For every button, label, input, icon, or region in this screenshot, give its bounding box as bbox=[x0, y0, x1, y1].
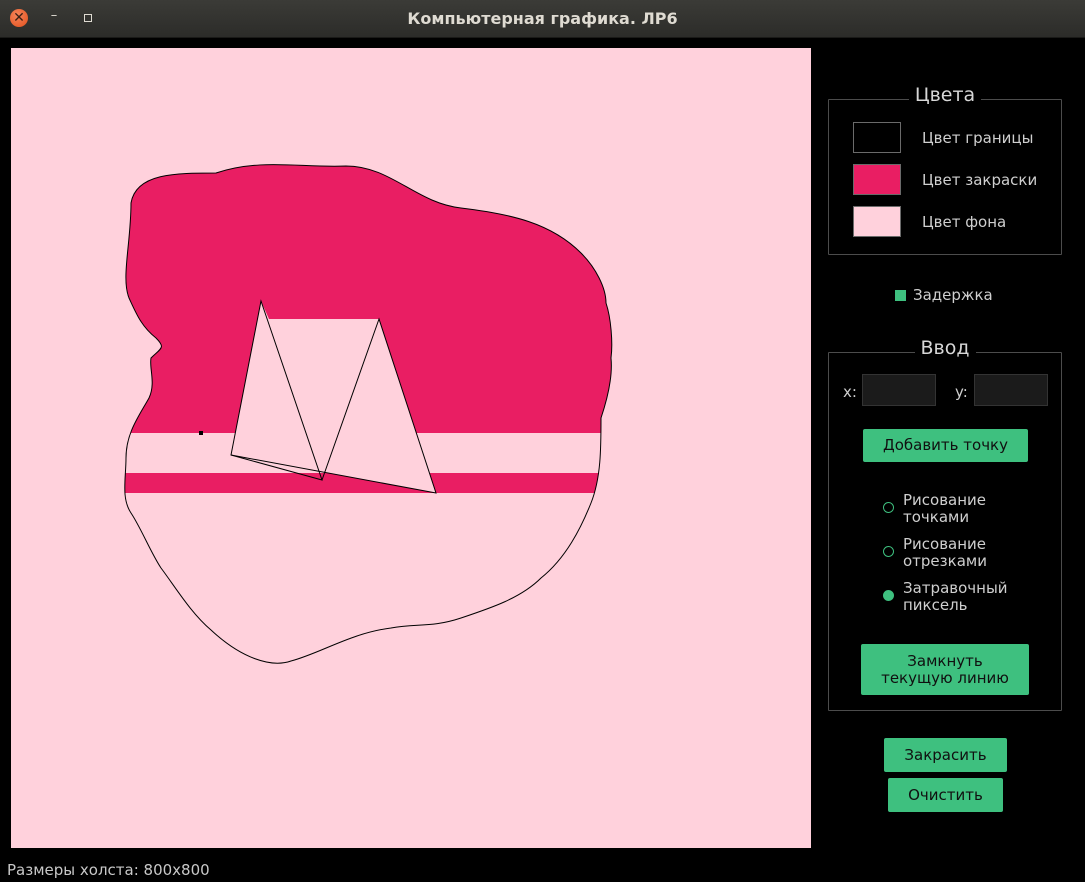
y-label: y: bbox=[955, 383, 968, 401]
input-group-title: Ввод bbox=[914, 337, 976, 359]
input-group: Ввод x: y: Добавить точку Рисование точк… bbox=[828, 337, 1062, 711]
mode-draw-segments[interactable]: Рисование отрезками bbox=[883, 536, 1053, 572]
fill-color-swatch[interactable] bbox=[853, 164, 901, 195]
delay-checkbox[interactable]: Задержка bbox=[895, 286, 993, 304]
x-label: x: bbox=[843, 383, 857, 401]
mode-draw-points[interactable]: Рисование точками bbox=[883, 492, 1053, 528]
fill-button[interactable]: Закрасить bbox=[884, 738, 1007, 772]
background-color-swatch[interactable] bbox=[853, 206, 901, 237]
mode-seed-pixel-radio[interactable] bbox=[883, 590, 894, 601]
border-color-swatch[interactable] bbox=[853, 122, 901, 153]
colors-group-title: Цвета bbox=[908, 84, 982, 106]
window-title: Компьютерная графика. ЛР6 bbox=[407, 9, 678, 28]
close-line-button-label: Замкнуть текущую линию bbox=[881, 651, 1009, 687]
mode-draw-segments-radio[interactable] bbox=[883, 546, 894, 557]
border-color-label: Цвет границы bbox=[922, 129, 1034, 147]
mode-seed-pixel-label: Затравочный пиксель bbox=[903, 579, 1008, 614]
fill-color-row[interactable]: Цвет закраски bbox=[853, 164, 1053, 198]
x-input[interactable] bbox=[862, 374, 936, 406]
clear-button[interactable]: Очистить bbox=[888, 778, 1003, 812]
mode-draw-points-radio[interactable] bbox=[883, 502, 894, 513]
add-point-button[interactable]: Добавить точку bbox=[863, 429, 1028, 462]
delay-checkbox-indicator[interactable] bbox=[895, 290, 906, 301]
canvas-size-status: Размеры холста: 800x800 bbox=[7, 861, 210, 879]
seed-pixel-marker bbox=[199, 431, 203, 435]
mode-draw-segments-label: Рисование отрезками bbox=[903, 535, 987, 570]
y-input[interactable] bbox=[974, 374, 1048, 406]
title-bar: ✕ – Компьютерная графика. ЛР6 bbox=[0, 0, 1085, 38]
drawing-canvas[interactable] bbox=[11, 48, 811, 848]
background-color-row[interactable]: Цвет фона bbox=[853, 206, 1053, 240]
border-color-row[interactable]: Цвет границы bbox=[853, 122, 1053, 156]
colors-group: Цвета Цвет границы Цвет закраски Цвет фо… bbox=[828, 84, 1062, 255]
close-line-button[interactable]: Замкнуть текущую линию bbox=[861, 644, 1029, 695]
fill-color-label: Цвет закраски bbox=[922, 171, 1038, 189]
background-color-label: Цвет фона bbox=[922, 213, 1007, 231]
delay-label: Задержка bbox=[913, 286, 993, 304]
control-panel: Цвета Цвет границы Цвет закраски Цвет фо… bbox=[811, 38, 1085, 858]
mode-draw-points-label: Рисование точками bbox=[903, 491, 987, 526]
mode-seed-pixel[interactable]: Затравочный пиксель bbox=[883, 580, 1053, 616]
